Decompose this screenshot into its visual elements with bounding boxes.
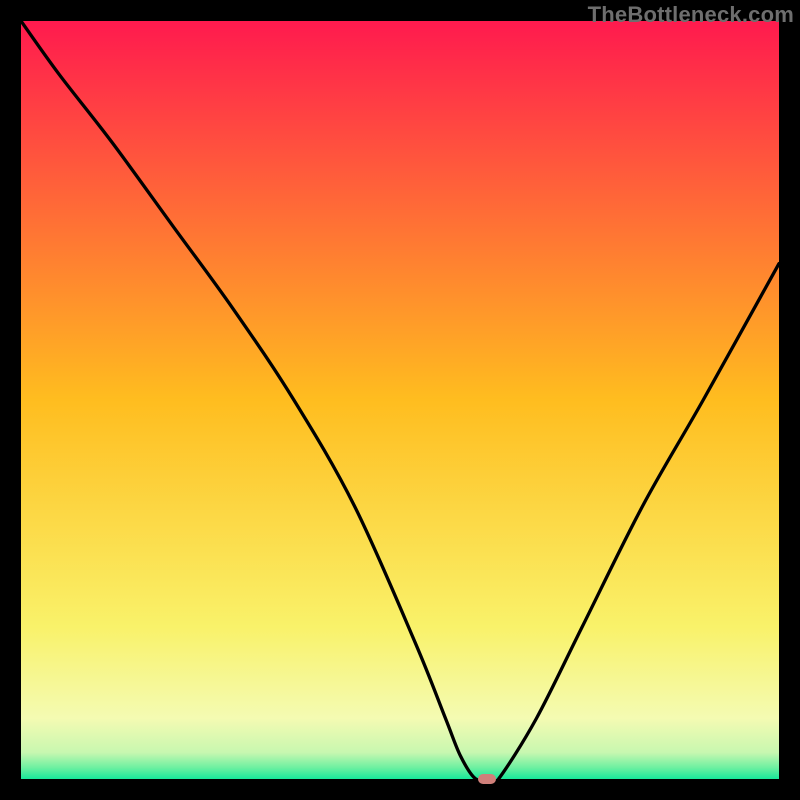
plot-area <box>21 21 779 779</box>
gradient-background <box>21 21 779 779</box>
minimum-marker <box>478 774 496 784</box>
chart-container: TheBottleneck.com <box>0 0 800 800</box>
watermark-text: TheBottleneck.com <box>588 2 794 28</box>
